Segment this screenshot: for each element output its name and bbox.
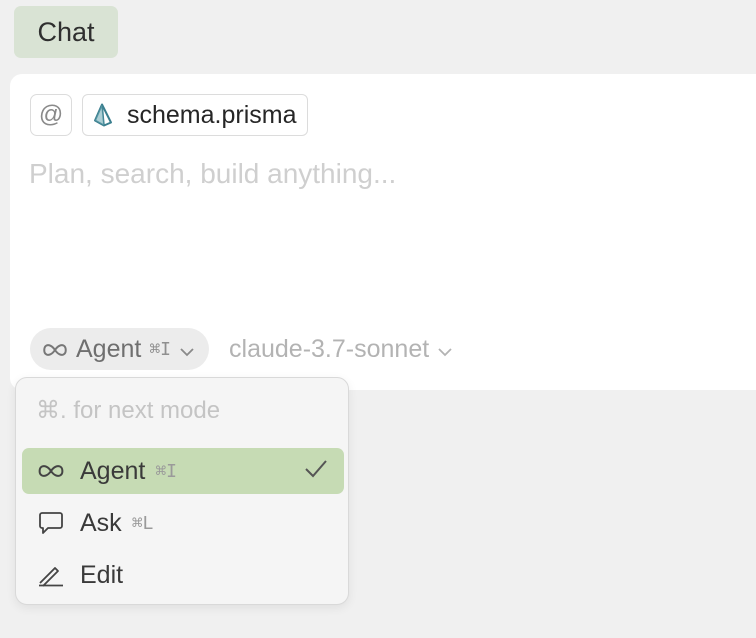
menu-item-agent[interactable]: Agent ⌘I: [22, 448, 344, 494]
app-window: Chat @ schema.prisma Plan, search, build…: [0, 0, 756, 638]
model-label: claude-3.7-sonnet: [229, 334, 430, 363]
at-icon: @: [38, 101, 64, 128]
infinity-icon: [36, 464, 66, 478]
mode-selector-button[interactable]: Agent ⌘I: [30, 328, 210, 370]
infinity-icon: [42, 335, 68, 364]
context-file-chip[interactable]: schema.prisma: [82, 94, 308, 136]
menu-item-edit[interactable]: Edit: [22, 552, 344, 598]
pencil-icon: [36, 563, 66, 587]
checkmark-icon: [304, 458, 328, 487]
chevron-down-icon: [179, 335, 195, 364]
menu-item-label: Agent: [80, 456, 146, 485]
model-selector[interactable]: claude-3.7-sonnet: [229, 335, 453, 364]
mode-shortcut: ⌘I: [149, 338, 172, 360]
menu-item-shortcut: ⌘I: [155, 460, 178, 482]
add-context-button[interactable]: @: [30, 94, 72, 136]
menu-item-ask[interactable]: Ask ⌘L: [22, 500, 344, 546]
speech-bubble-icon: [36, 511, 66, 535]
prisma-icon: [93, 102, 115, 128]
menu-item-shortcut: ⌘L: [131, 512, 154, 534]
mode-dropdown-menu: ⌘. for next mode Agent ⌘I Ask ⌘L Edit: [15, 377, 349, 605]
chat-tab-label: Chat: [37, 16, 95, 47]
chat-tab[interactable]: Chat: [14, 6, 118, 58]
menu-item-label: Ask: [80, 508, 122, 537]
mode-label: Agent: [76, 334, 142, 363]
composer-controls: Agent ⌘I claude-3.7-sonnet: [30, 328, 453, 370]
chat-composer: @ schema.prisma Plan, search, build anyt…: [10, 74, 756, 390]
menu-hint: ⌘. for next mode: [36, 397, 221, 424]
menu-item-label: Edit: [80, 560, 124, 589]
context-file-name: schema.prisma: [127, 100, 297, 129]
prompt-input[interactable]: [29, 158, 709, 190]
chevron-down-icon: [437, 335, 453, 364]
context-row: @ schema.prisma: [30, 94, 308, 136]
